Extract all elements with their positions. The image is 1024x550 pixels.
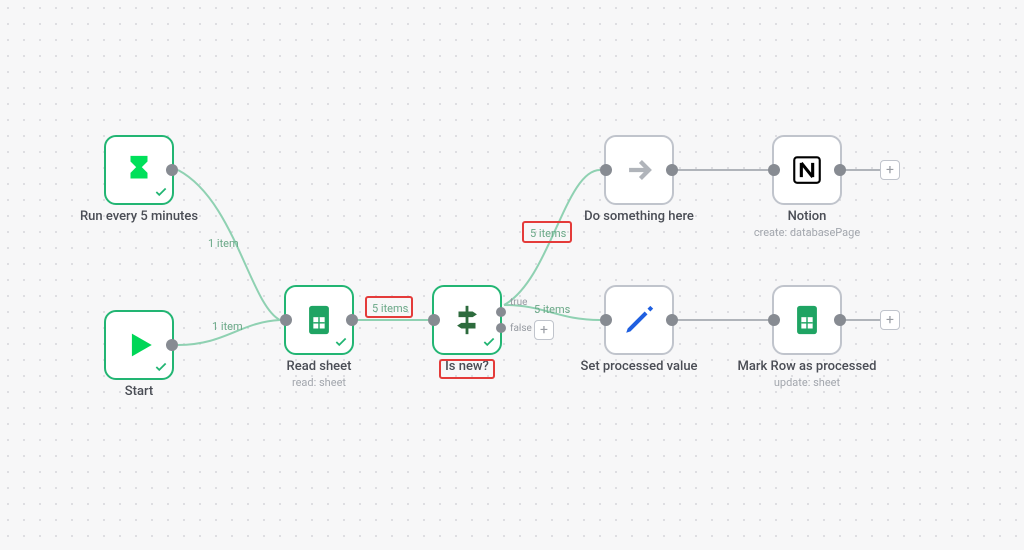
node-read-sheet[interactable]: Read sheet read: sheet [284, 285, 354, 355]
add-branch-button[interactable]: + [534, 320, 554, 340]
port-in[interactable] [600, 314, 612, 326]
check-icon [154, 360, 168, 374]
port-out[interactable] [666, 164, 678, 176]
port-out[interactable] [346, 314, 358, 326]
pencil-icon [622, 303, 656, 337]
node-timer[interactable]: Run every 5 minutes [104, 135, 174, 205]
arrow-right-icon [622, 153, 656, 187]
branch-label-false: false [510, 323, 532, 334]
signpost-icon [450, 303, 484, 337]
node-start[interactable]: Start [104, 310, 174, 380]
check-icon [334, 335, 348, 349]
port-in[interactable] [768, 314, 780, 326]
branch-label-true: true [510, 297, 527, 308]
port-out[interactable] [166, 339, 178, 351]
node-caption: Run every 5 minutes [39, 209, 239, 224]
check-icon [482, 335, 496, 349]
port-out[interactable] [666, 314, 678, 326]
node-caption: Notion create: databasePage [707, 209, 907, 239]
node-subtitle: read: sheet [219, 376, 419, 389]
edge-label: 1 item [208, 237, 239, 250]
node-subtitle: create: databasePage [707, 226, 907, 239]
node-caption: Mark Row as processed update: sheet [707, 359, 907, 389]
edges-layer [0, 0, 1024, 550]
edge-label: 5 items [534, 303, 570, 316]
play-icon [122, 328, 156, 362]
port-out[interactable] [834, 314, 846, 326]
notion-icon [790, 153, 824, 187]
sheets-icon [302, 303, 336, 337]
add-node-button[interactable]: + [880, 160, 900, 180]
port-in[interactable] [428, 314, 440, 326]
node-set-processed[interactable]: Set processed value [604, 285, 674, 355]
workflow-canvas[interactable]: Run every 5 minutes Start Read sheet rea… [0, 0, 1024, 550]
node-title: Run every 5 minutes [39, 209, 239, 224]
sheets-icon [790, 303, 824, 337]
node-title: Notion [707, 209, 907, 224]
port-in[interactable] [280, 314, 292, 326]
node-title: Mark Row as processed [707, 359, 907, 374]
highlight-box [365, 296, 413, 318]
node-do-something[interactable]: Do something here [604, 135, 674, 205]
node-title: Start [39, 384, 239, 399]
highlight-box [522, 221, 572, 243]
node-subtitle: update: sheet [707, 376, 907, 389]
highlight-box [439, 359, 495, 379]
port-out[interactable] [834, 164, 846, 176]
check-icon [154, 185, 168, 199]
port-out-true[interactable] [496, 307, 506, 317]
port-out-false[interactable] [496, 323, 506, 333]
hourglass-icon [122, 153, 156, 187]
add-node-button[interactable]: + [880, 310, 900, 330]
port-in[interactable] [600, 164, 612, 176]
node-mark-row[interactable]: Mark Row as processed update: sheet [772, 285, 842, 355]
node-caption: Start [39, 384, 239, 399]
node-notion[interactable]: Notion create: databasePage [772, 135, 842, 205]
port-out[interactable] [166, 164, 178, 176]
port-in[interactable] [768, 164, 780, 176]
node-is-new[interactable]: Is new? [432, 285, 502, 355]
edge-label: 1 item [212, 320, 243, 333]
